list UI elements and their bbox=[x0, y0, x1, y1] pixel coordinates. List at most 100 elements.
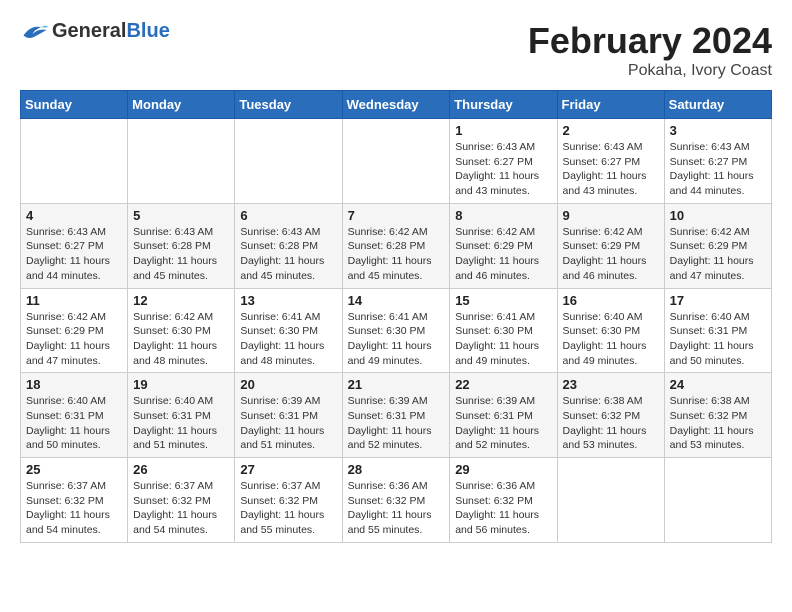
day-number: 7 bbox=[348, 208, 445, 223]
month-title: February 2024 bbox=[528, 20, 772, 62]
day-info: Sunrise: 6:43 AM Sunset: 6:28 PM Dayligh… bbox=[240, 225, 336, 284]
calendar-cell bbox=[557, 458, 664, 543]
day-number: 9 bbox=[563, 208, 659, 223]
day-info: Sunrise: 6:43 AM Sunset: 6:28 PM Dayligh… bbox=[133, 225, 229, 284]
day-info: Sunrise: 6:39 AM Sunset: 6:31 PM Dayligh… bbox=[240, 394, 336, 453]
calendar-cell bbox=[664, 458, 771, 543]
calendar-week-row: 4 Sunrise: 6:43 AM Sunset: 6:27 PM Daylig… bbox=[21, 203, 772, 288]
day-info: Sunrise: 6:41 AM Sunset: 6:30 PM Dayligh… bbox=[240, 310, 336, 369]
calendar-week-row: 18 Sunrise: 6:40 AM Sunset: 6:31 PM Dayli… bbox=[21, 373, 772, 458]
day-info: Sunrise: 6:42 AM Sunset: 6:30 PM Dayligh… bbox=[133, 310, 229, 369]
calendar-cell: 21 Sunrise: 6:39 AM Sunset: 6:31 PM Dayli… bbox=[342, 373, 450, 458]
calendar-week-row: 11Sunrise: 6:42 AM Sunset: 6:29 PM Dayli… bbox=[21, 288, 772, 373]
calendar-cell: 11Sunrise: 6:42 AM Sunset: 6:29 PM Dayli… bbox=[21, 288, 128, 373]
day-number: 12 bbox=[133, 293, 229, 308]
day-info: Sunrise: 6:41 AM Sunset: 6:30 PM Dayligh… bbox=[455, 310, 551, 369]
day-number: 18 bbox=[26, 377, 122, 392]
day-info: Sunrise: 6:43 AM Sunset: 6:27 PM Dayligh… bbox=[26, 225, 122, 284]
day-number: 13 bbox=[240, 293, 336, 308]
calendar-cell: 4 Sunrise: 6:43 AM Sunset: 6:27 PM Daylig… bbox=[21, 203, 128, 288]
logo: GeneralBlue bbox=[20, 20, 170, 43]
day-number: 21 bbox=[348, 377, 445, 392]
calendar-cell: 13 Sunrise: 6:41 AM Sunset: 6:30 PM Dayli… bbox=[235, 288, 342, 373]
day-info: Sunrise: 6:40 AM Sunset: 6:31 PM Dayligh… bbox=[133, 394, 229, 453]
header: GeneralBlue February 2024 Pokaha, Ivory … bbox=[20, 20, 772, 80]
day-number: 10 bbox=[670, 208, 766, 223]
calendar-cell bbox=[128, 119, 235, 204]
logo-blue: Blue bbox=[126, 20, 169, 42]
calendar-cell: 7 Sunrise: 6:42 AM Sunset: 6:28 PM Daylig… bbox=[342, 203, 450, 288]
day-number: 20 bbox=[240, 377, 336, 392]
day-number: 19 bbox=[133, 377, 229, 392]
day-number: 1 bbox=[455, 123, 551, 138]
day-info: Sunrise: 6:43 AM Sunset: 6:27 PM Dayligh… bbox=[563, 140, 659, 199]
day-number: 11 bbox=[26, 293, 122, 308]
day-info: Sunrise: 6:40 AM Sunset: 6:30 PM Dayligh… bbox=[563, 310, 659, 369]
days-of-week-row: SundayMondayTuesdayWednesdayThursdayFrid… bbox=[21, 91, 772, 119]
calendar-cell: 16 Sunrise: 6:40 AM Sunset: 6:30 PM Dayli… bbox=[557, 288, 664, 373]
day-info: Sunrise: 6:39 AM Sunset: 6:31 PM Dayligh… bbox=[348, 394, 445, 453]
day-of-week-header: Sunday bbox=[21, 91, 128, 119]
day-info: Sunrise: 6:42 AM Sunset: 6:29 PM Dayligh… bbox=[670, 225, 766, 284]
day-number: 4 bbox=[26, 208, 122, 223]
calendar-cell: 9 Sunrise: 6:42 AM Sunset: 6:29 PM Daylig… bbox=[557, 203, 664, 288]
day-of-week-header: Wednesday bbox=[342, 91, 450, 119]
day-info: Sunrise: 6:39 AM Sunset: 6:31 PM Dayligh… bbox=[455, 394, 551, 453]
calendar-cell: 27 Sunrise: 6:37 AM Sunset: 6:32 PM Dayli… bbox=[235, 458, 342, 543]
calendar-cell: 29 Sunrise: 6:36 AM Sunset: 6:32 PM Dayli… bbox=[450, 458, 557, 543]
day-info: Sunrise: 6:42 AM Sunset: 6:29 PM Dayligh… bbox=[563, 225, 659, 284]
calendar-cell: 25Sunrise: 6:37 AM Sunset: 6:32 PM Dayli… bbox=[21, 458, 128, 543]
logo-text: GeneralBlue bbox=[52, 20, 170, 43]
day-info: Sunrise: 6:36 AM Sunset: 6:32 PM Dayligh… bbox=[455, 479, 551, 538]
logo-bird-icon bbox=[20, 21, 48, 43]
calendar-cell bbox=[21, 119, 128, 204]
day-info: Sunrise: 6:37 AM Sunset: 6:32 PM Dayligh… bbox=[26, 479, 122, 538]
day-number: 17 bbox=[670, 293, 766, 308]
day-info: Sunrise: 6:38 AM Sunset: 6:32 PM Dayligh… bbox=[563, 394, 659, 453]
day-info: Sunrise: 6:37 AM Sunset: 6:32 PM Dayligh… bbox=[133, 479, 229, 538]
day-info: Sunrise: 6:43 AM Sunset: 6:27 PM Dayligh… bbox=[670, 140, 766, 199]
day-number: 14 bbox=[348, 293, 445, 308]
calendar-body: 1 Sunrise: 6:43 AM Sunset: 6:27 PM Daylig… bbox=[21, 119, 772, 543]
calendar-cell: 10 Sunrise: 6:42 AM Sunset: 6:29 PM Dayli… bbox=[664, 203, 771, 288]
logo-general: General bbox=[52, 20, 126, 42]
day-number: 24 bbox=[670, 377, 766, 392]
calendar-table: SundayMondayTuesdayWednesdayThursdayFrid… bbox=[20, 90, 772, 543]
day-number: 29 bbox=[455, 462, 551, 477]
calendar-cell: 2 Sunrise: 6:43 AM Sunset: 6:27 PM Daylig… bbox=[557, 119, 664, 204]
calendar-cell: 8Sunrise: 6:42 AM Sunset: 6:29 PM Daylig… bbox=[450, 203, 557, 288]
day-info: Sunrise: 6:38 AM Sunset: 6:32 PM Dayligh… bbox=[670, 394, 766, 453]
day-number: 22 bbox=[455, 377, 551, 392]
calendar-cell: 28 Sunrise: 6:36 AM Sunset: 6:32 PM Dayli… bbox=[342, 458, 450, 543]
day-info: Sunrise: 6:37 AM Sunset: 6:32 PM Dayligh… bbox=[240, 479, 336, 538]
calendar-cell: 6 Sunrise: 6:43 AM Sunset: 6:28 PM Daylig… bbox=[235, 203, 342, 288]
day-number: 6 bbox=[240, 208, 336, 223]
calendar-header: SundayMondayTuesdayWednesdayThursdayFrid… bbox=[21, 91, 772, 119]
day-number: 16 bbox=[563, 293, 659, 308]
day-of-week-header: Friday bbox=[557, 91, 664, 119]
day-of-week-header: Tuesday bbox=[235, 91, 342, 119]
day-info: Sunrise: 6:42 AM Sunset: 6:28 PM Dayligh… bbox=[348, 225, 445, 284]
day-number: 15 bbox=[455, 293, 551, 308]
calendar-cell: 14Sunrise: 6:41 AM Sunset: 6:30 PM Dayli… bbox=[342, 288, 450, 373]
calendar-cell: 3Sunrise: 6:43 AM Sunset: 6:27 PM Daylig… bbox=[664, 119, 771, 204]
calendar-cell: 17Sunrise: 6:40 AM Sunset: 6:31 PM Dayli… bbox=[664, 288, 771, 373]
day-of-week-header: Saturday bbox=[664, 91, 771, 119]
day-number: 27 bbox=[240, 462, 336, 477]
calendar-cell: 1Sunrise: 6:43 AM Sunset: 6:27 PM Daylig… bbox=[450, 119, 557, 204]
title-area: February 2024 Pokaha, Ivory Coast bbox=[528, 20, 772, 80]
day-number: 5 bbox=[133, 208, 229, 223]
day-info: Sunrise: 6:36 AM Sunset: 6:32 PM Dayligh… bbox=[348, 479, 445, 538]
day-of-week-header: Monday bbox=[128, 91, 235, 119]
calendar-cell: 22 Sunrise: 6:39 AM Sunset: 6:31 PM Dayli… bbox=[450, 373, 557, 458]
calendar-week-row: 25Sunrise: 6:37 AM Sunset: 6:32 PM Dayli… bbox=[21, 458, 772, 543]
day-number: 8 bbox=[455, 208, 551, 223]
day-info: Sunrise: 6:40 AM Sunset: 6:31 PM Dayligh… bbox=[26, 394, 122, 453]
calendar-cell: 24 Sunrise: 6:38 AM Sunset: 6:32 PM Dayli… bbox=[664, 373, 771, 458]
calendar-cell: 15 Sunrise: 6:41 AM Sunset: 6:30 PM Dayli… bbox=[450, 288, 557, 373]
day-number: 28 bbox=[348, 462, 445, 477]
location-title: Pokaha, Ivory Coast bbox=[528, 62, 772, 80]
calendar-cell: 23Sunrise: 6:38 AM Sunset: 6:32 PM Dayli… bbox=[557, 373, 664, 458]
calendar-cell: 26Sunrise: 6:37 AM Sunset: 6:32 PM Dayli… bbox=[128, 458, 235, 543]
day-number: 2 bbox=[563, 123, 659, 138]
